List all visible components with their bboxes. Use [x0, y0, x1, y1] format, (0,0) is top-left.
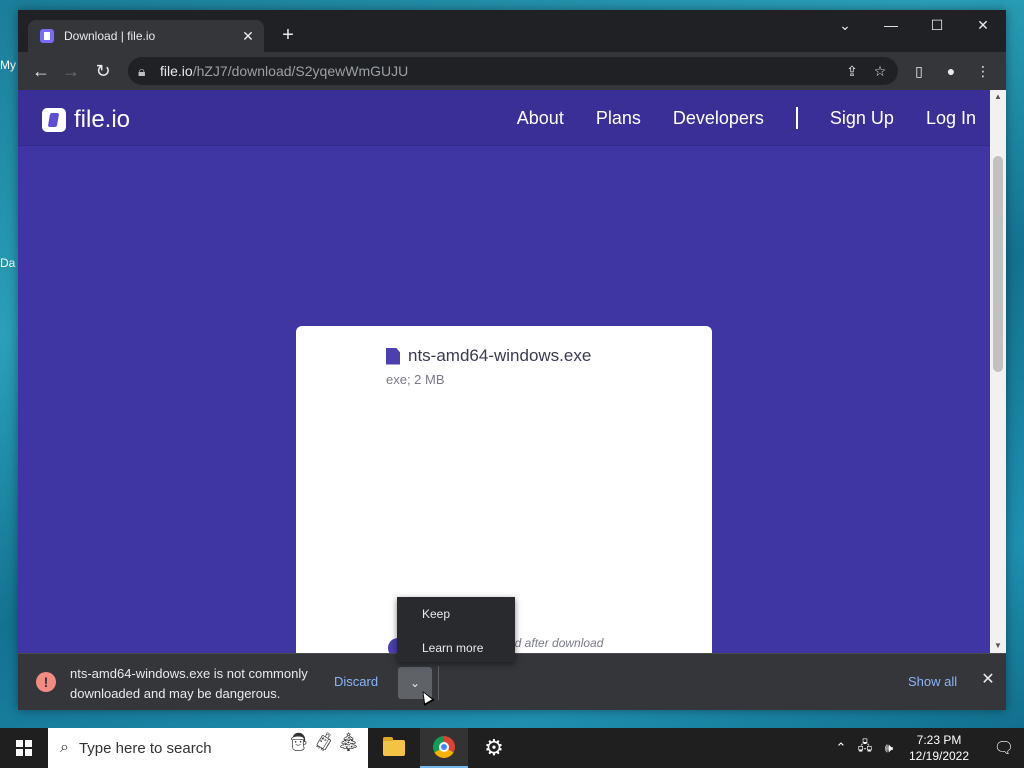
side-panel-icon[interactable]: ▯: [906, 58, 932, 84]
menu-item-learn-more[interactable]: Learn more: [397, 637, 515, 665]
logo-text: file.io: [74, 106, 131, 133]
nav-log-in[interactable]: Log In: [926, 108, 976, 129]
maximize-button[interactable]: ☐: [914, 10, 960, 40]
page-viewport: file.io About Plans Developers Sign Up L…: [18, 90, 990, 653]
shelf-divider: [438, 666, 439, 700]
nav-developers[interactable]: Developers: [673, 108, 764, 129]
chrome-icon: [433, 736, 455, 758]
desktop-icon-2[interactable]: Da: [0, 256, 18, 290]
menu-kebab-icon[interactable]: ⋮: [970, 58, 996, 84]
settings-taskbar-button[interactable]: ⚙: [470, 728, 518, 768]
url-path: /hZJ7/download/S2yqewWmGUJU: [192, 63, 409, 79]
taskbar-clock[interactable]: 7:23 PM 12/19/2022: [902, 732, 976, 764]
desktop-icon-1[interactable]: My: [0, 58, 18, 92]
nav-plans[interactable]: Plans: [596, 108, 641, 129]
file-io-logo[interactable]: file.io: [42, 106, 130, 134]
file-name: nts-amd64-windows.exe: [408, 346, 592, 365]
volume-icon[interactable]: 🕪︎: [878, 740, 900, 756]
chrome-taskbar-button[interactable]: [420, 728, 468, 768]
scroll-up-icon[interactable]: ▲: [990, 90, 1006, 104]
bookmark-star-icon[interactable]: ☆: [870, 62, 890, 80]
file-meta: exe; 2 MB: [386, 372, 445, 387]
danger-warning-icon: !: [36, 672, 56, 692]
back-button[interactable]: ←: [28, 58, 54, 84]
forward-button[interactable]: →: [58, 58, 84, 84]
close-window-button[interactable]: ✕: [960, 10, 1006, 40]
tab-title: Download | file.io: [64, 29, 156, 43]
lock-icon[interactable]: 🔒︎: [138, 63, 152, 80]
clock-date: 12/19/2022: [908, 749, 970, 763]
folder-icon: [383, 737, 405, 756]
browser-toolbar: ← → ↻ 🔒︎ file.io/hZJ7/download/S2yqewWmG…: [18, 52, 1006, 90]
site-header: file.io About Plans Developers Sign Up L…: [18, 90, 990, 146]
search-highlight-illustration[interactable]: 🎅︎ 🧳︎ 🎄︎: [287, 732, 360, 753]
file-row: nts-amd64-windows.exe: [386, 346, 591, 366]
discard-button[interactable]: Discard: [334, 674, 378, 689]
close-shelf-icon[interactable]: ✕: [978, 670, 998, 690]
desktop-icon-1-label: My: [0, 58, 16, 72]
gear-icon: ⚙: [484, 735, 504, 760]
minimize-button[interactable]: —: [868, 10, 914, 40]
logo-mark-icon: [42, 108, 66, 132]
address-bar[interactable]: 🔒︎ file.io/hZJ7/download/S2yqewWmGUJU ⇪ …: [128, 57, 898, 85]
nav-about[interactable]: About: [517, 108, 564, 129]
site-nav: About Plans Developers Sign Up Log In: [485, 90, 976, 146]
scroll-down-icon[interactable]: ▼: [990, 639, 1006, 653]
tab-download-file-io[interactable]: Download | file.io ✕: [28, 20, 264, 52]
system-tray: ⌃ 🖧︎ 🕪︎ 7:23 PM 12/19/2022 🗨︎: [830, 728, 1024, 768]
file-explorer-taskbar-button[interactable]: [370, 728, 418, 768]
show-all-button[interactable]: Show all: [908, 674, 957, 689]
notifications-icon[interactable]: 🗨︎: [984, 738, 1024, 758]
tab-close-icon[interactable]: ✕: [240, 28, 256, 44]
new-tab-button[interactable]: +: [276, 24, 300, 48]
scroll-thumb[interactable]: [993, 156, 1003, 372]
reload-button[interactable]: ↻: [90, 58, 116, 84]
taskbar-search-box[interactable]: ⌕ Type here to search 🎅︎ 🧳︎ 🎄︎: [48, 728, 368, 768]
file-icon: [386, 347, 400, 365]
tab-search-icon[interactable]: ⌄: [822, 10, 868, 40]
search-placeholder: Type here to search: [78, 739, 212, 757]
chevron-down-icon: ⌄: [409, 676, 421, 690]
nav-separator: [795, 107, 798, 129]
clock-time: 7:23 PM: [916, 733, 962, 747]
tree-icon: 🎄︎: [337, 732, 360, 752]
profile-icon[interactable]: ●: [938, 58, 964, 84]
network-icon[interactable]: 🖧︎: [854, 737, 876, 759]
show-hidden-icons-icon[interactable]: ⌃: [830, 740, 852, 756]
nav-sign-up[interactable]: Sign Up: [830, 108, 894, 129]
search-icon: ⌕: [60, 739, 69, 756]
start-button[interactable]: [0, 728, 48, 768]
windows-logo-icon: [16, 740, 32, 756]
luggage-icon: 🧳︎: [312, 732, 336, 752]
hat-icon: 🎅︎: [287, 732, 311, 752]
desktop-icon-2-label: Da: [0, 256, 16, 270]
page-scrollbar[interactable]: ▲ ▼: [990, 90, 1006, 653]
url-host: file.io: [160, 63, 193, 79]
windows-taskbar: ⌕ Type here to search 🎅︎ 🧳︎ 🎄︎ ⚙ ⌃ 🖧︎ 🕪︎…: [0, 728, 1024, 768]
menu-item-keep[interactable]: Keep: [397, 603, 515, 631]
download-warning-text: nts-amd64-windows.exe is not commonly do…: [70, 666, 308, 701]
download-context-menu: Keep Learn more: [397, 597, 515, 662]
deleted-after-download-note: ed after download: [508, 636, 604, 650]
share-icon[interactable]: ⇪: [842, 62, 862, 80]
file-io-favicon-icon: [40, 29, 54, 43]
